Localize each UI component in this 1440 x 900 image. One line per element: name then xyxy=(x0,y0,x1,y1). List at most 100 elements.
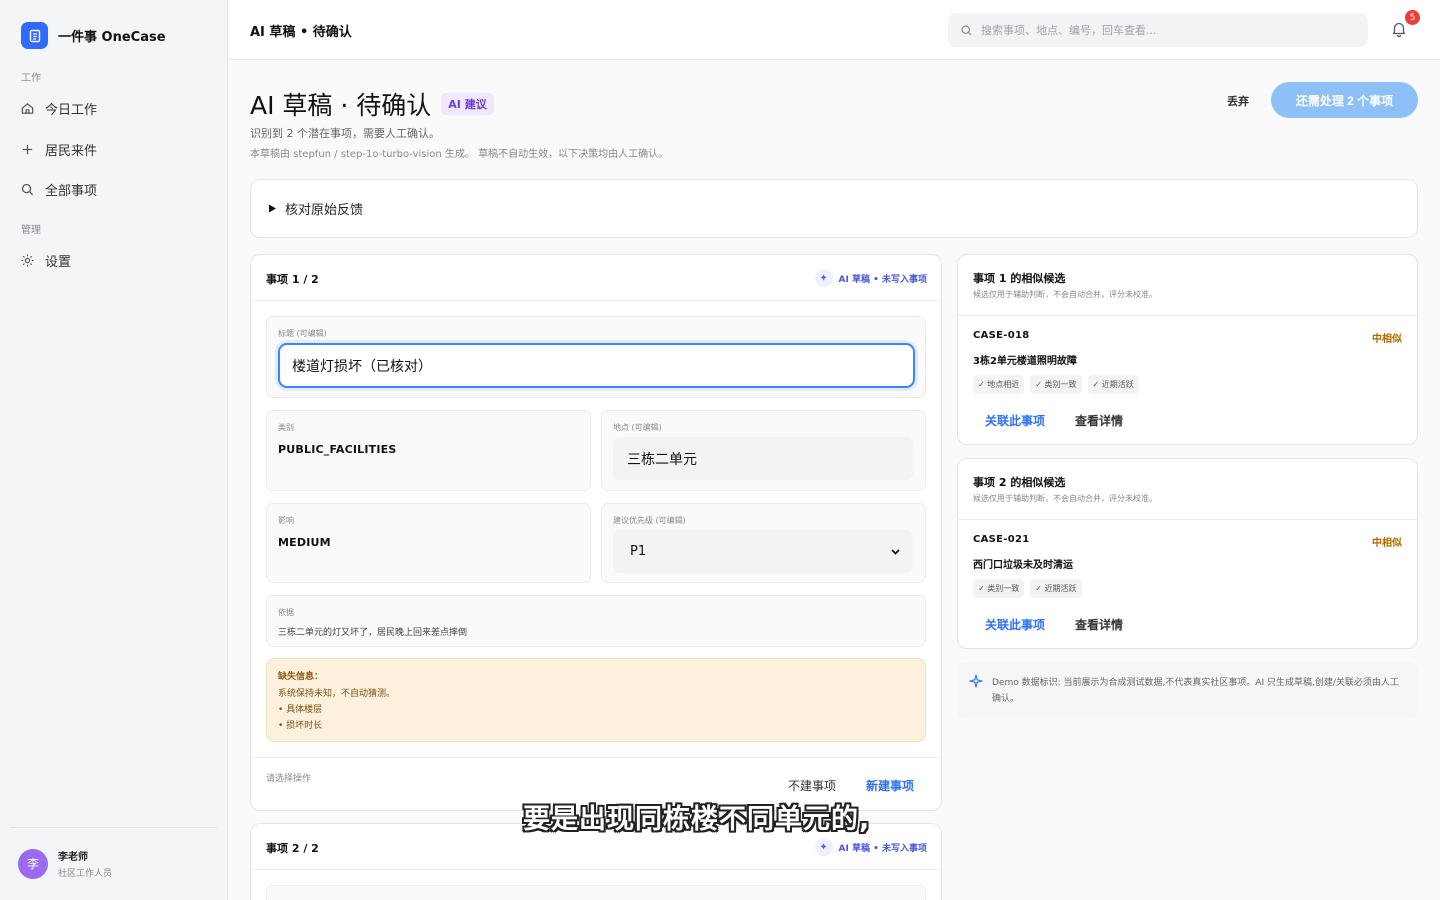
sidebar: 一件事 OneCase 工作 今日工作 居民来件 全部事项 管理 设置 李 李老… xyxy=(0,0,228,900)
candidates-heading: 事项 2 的相似候选 xyxy=(973,476,1066,489)
case-id: CASE-021 xyxy=(973,534,1030,545)
create-case-button[interactable]: 新建事项 xyxy=(866,777,914,794)
search-icon xyxy=(961,24,972,35)
match-chips: ✓ 类别一致 ✓ 近期活跃 xyxy=(973,579,1082,598)
similarity-badge: 中相似 xyxy=(1372,538,1402,549)
divider xyxy=(251,300,941,301)
remaining-items-button[interactable]: 还需处理 2 个事项 xyxy=(1271,82,1418,118)
brand[interactable]: 一件事 OneCase xyxy=(21,22,166,49)
breadcrumb: AI 草稿 • 待确认 xyxy=(250,25,352,40)
title-input[interactable] xyxy=(278,343,915,388)
similar-candidates-card: 事项 1 的相似候选 候选仅用于辅助判断，不会自动合并，评分未校准。 CASE-… xyxy=(957,254,1418,445)
item-heading: 事项 1 / 2 xyxy=(266,273,319,286)
chevron-down-icon xyxy=(891,549,900,555)
bell-icon[interactable] xyxy=(1390,20,1408,38)
category-label: 类别 xyxy=(278,423,294,432)
basis-value: 三栋二单元的灯又坏了，居民晚上回来差点摔倒 xyxy=(278,628,468,638)
view-details-button[interactable]: 查看详情 xyxy=(1075,616,1123,633)
disclosure-label: 核对原始反馈 xyxy=(285,203,364,218)
similar-candidates-card: 事项 2 的相似候选 候选仅用于辅助判断，不会自动合并，评分未校准。 CASE-… xyxy=(957,458,1418,649)
sparkle-icon xyxy=(969,674,983,688)
topbar: AI 草稿 • 待确认 5 xyxy=(228,0,1440,60)
app-name: 一件事 OneCase xyxy=(58,30,166,45)
match-chip: ✓ 类别一致 xyxy=(973,579,1025,598)
user-role: 社区工作人员 xyxy=(58,869,113,879)
location-input[interactable] xyxy=(613,437,913,480)
priority-field: 建议优先级 (可编辑) P1 xyxy=(601,503,926,583)
category-value: PUBLIC_FACILITIES xyxy=(278,443,397,456)
match-chip: ✓ 地点相近 xyxy=(973,375,1025,394)
divider xyxy=(958,315,1417,316)
match-chip: ✓ 近期活跃 xyxy=(1087,375,1139,394)
candidates-subtitle: 候选仅用于辅助判断，不会自动合并，评分未校准。 xyxy=(973,494,1157,503)
case-id: CASE-018 xyxy=(973,330,1030,341)
sidebar-item-label: 全部事项 xyxy=(45,183,98,199)
skip-button[interactable]: 不建事项 xyxy=(788,777,836,794)
ai-suggestion-tag: AI 建议 xyxy=(441,93,494,115)
title-field: 标题 (可编辑) xyxy=(266,316,926,398)
gear-icon xyxy=(21,253,34,267)
candidates-subtitle: 候选仅用于辅助判断，不会自动合并，评分未校准。 xyxy=(973,290,1157,299)
location-field: 地点 (可编辑) xyxy=(601,410,926,491)
missing-info-title: 缺失信息： xyxy=(278,672,324,682)
page-title-text: AI 草稿 · 待确认 xyxy=(250,91,432,120)
match-chip: ✓ 类别一致 xyxy=(1030,375,1082,394)
impact-field: 影响 MEDIUM xyxy=(266,503,591,583)
divider xyxy=(251,869,941,870)
divider xyxy=(251,757,941,758)
title-field xyxy=(266,885,926,900)
sidebar-item-incoming[interactable]: 居民来件 xyxy=(20,135,210,163)
page-subtitle: 识别到 2 个潜在事项，需要人工确认。 xyxy=(250,127,440,140)
ai-draft-tag: ✦ AI 草稿 • 未写入事项 xyxy=(814,269,927,287)
ai-draft-tag-label: AI 草稿 • 未写入事项 xyxy=(838,274,927,285)
priority-label: 建议优先级 (可编辑) xyxy=(613,516,686,525)
raw-feedback-disclosure[interactable]: 核对原始反馈 xyxy=(250,179,1418,238)
action-hint: 请选择操作 xyxy=(266,774,312,784)
link-case-button[interactable]: 关联此事项 xyxy=(985,616,1045,633)
ai-draft-tag-label: AI 草稿 • 未写入事项 xyxy=(838,843,927,854)
missing-info-item: • 具体楼层 xyxy=(278,705,323,715)
case-title: 西门口垃圾未及时清运 xyxy=(973,560,1073,571)
search-icon xyxy=(21,183,34,195)
location-label: 地点 (可编辑) xyxy=(613,423,662,432)
sparkle-icon: ✦ xyxy=(814,269,833,287)
basis-label: 依据 xyxy=(278,608,294,617)
sparkle-icon: ✦ xyxy=(814,838,833,856)
video-subtitle: 要是出现同栋楼不同单元的, xyxy=(523,804,871,835)
search-box[interactable] xyxy=(948,13,1368,47)
divider xyxy=(958,519,1417,520)
draft-item-card: 事项 1 / 2 ✦ AI 草稿 • 未写入事项 标题 (可编辑) 类别 PUB… xyxy=(250,254,942,811)
plus-icon xyxy=(22,144,33,154)
document-icon xyxy=(21,22,48,49)
missing-info-desc: 系统保持未知，不自动猜测。 xyxy=(278,689,396,699)
sidebar-item-label: 居民来件 xyxy=(45,143,98,159)
view-details-button[interactable]: 查看详情 xyxy=(1075,412,1123,429)
link-case-button[interactable]: 关联此事项 xyxy=(985,412,1045,429)
nav-section-work: 工作 xyxy=(21,73,41,84)
priority-selected: P1 xyxy=(630,544,647,559)
triangle-right-icon xyxy=(269,204,276,213)
item-heading: 事项 2 / 2 xyxy=(266,842,319,855)
nav-section-manage: 管理 xyxy=(21,225,41,236)
notification-badge: 5 xyxy=(1405,10,1420,25)
home-icon xyxy=(21,102,34,114)
match-chip: ✓ 近期活跃 xyxy=(1030,579,1082,598)
ai-draft-tag: ✦ AI 草稿 • 未写入事项 xyxy=(814,838,927,856)
sidebar-item-settings[interactable]: 设置 xyxy=(20,246,210,274)
impact-value: MEDIUM xyxy=(278,536,331,549)
basis-field: 依据 三栋二单元的灯又坏了，居民晚上回来差点摔倒 xyxy=(266,595,926,647)
missing-info-box: 缺失信息： 系统保持未知，不自动猜测。 • 具体楼层 • 损坏时长 xyxy=(266,658,926,742)
avatar: 李 xyxy=(18,848,48,879)
search-input[interactable] xyxy=(981,23,1351,37)
user-profile[interactable]: 李 李老师 社区工作人员 xyxy=(18,848,112,879)
title-label: 标题 (可编辑) xyxy=(278,329,327,338)
candidates-heading: 事项 1 的相似候选 xyxy=(973,272,1066,285)
category-field: 类别 PUBLIC_FACILITIES xyxy=(266,410,591,491)
sidebar-item-today[interactable]: 今日工作 xyxy=(20,94,210,122)
priority-select[interactable]: P1 xyxy=(613,530,913,573)
sidebar-divider xyxy=(10,827,217,828)
impact-label: 影响 xyxy=(278,516,294,525)
demo-note-text: Demo 数据标识: 当前展示为合成测试数据,不代表真实社区事项。AI 只生成草… xyxy=(992,678,1399,704)
sidebar-item-all[interactable]: 全部事项 xyxy=(20,175,210,203)
discard-button[interactable]: 丢弃 xyxy=(1227,93,1249,109)
